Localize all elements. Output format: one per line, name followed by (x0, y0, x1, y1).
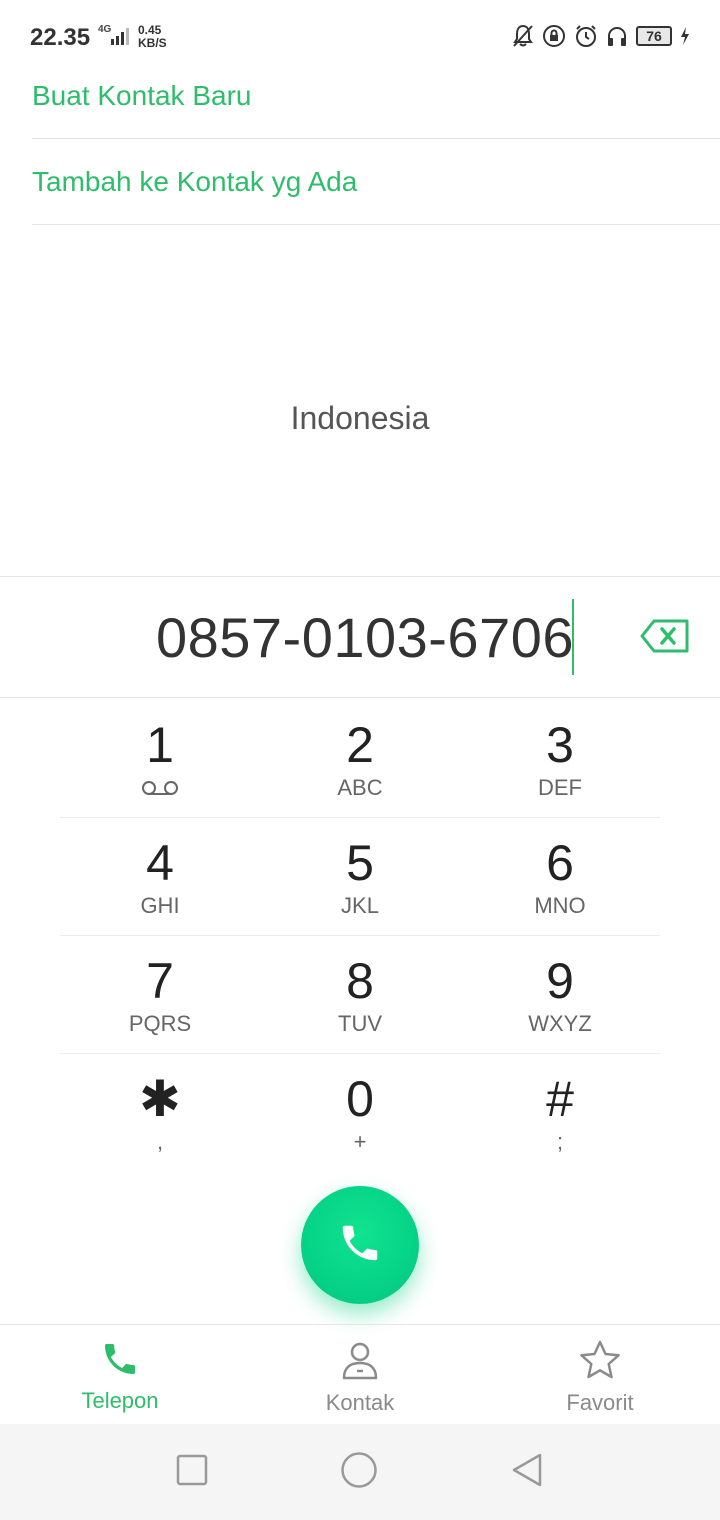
create-new-contact-option[interactable]: Buat Kontak Baru (32, 53, 720, 139)
star-icon (578, 1339, 622, 1386)
tab-phone[interactable]: Telepon (0, 1325, 240, 1424)
phone-icon (337, 1220, 383, 1271)
headphones-icon (606, 24, 628, 48)
key-2[interactable]: 2 ABC (260, 700, 460, 817)
number-region-label: Indonesia (290, 400, 430, 436)
phone-icon (100, 1339, 140, 1384)
battery-icon: 76 (636, 26, 672, 46)
key-digit: 6 (546, 835, 574, 891)
call-button[interactable] (301, 1186, 419, 1304)
tab-label: Kontak (325, 1390, 395, 1415)
tab-contacts[interactable]: Kontak (240, 1325, 480, 1424)
alarm-icon (574, 24, 598, 48)
keypad-row: ✱ , 0 + # ; (60, 1054, 660, 1172)
key-letters: DEF (538, 775, 582, 800)
keypad-row: 1 2 ABC 3 DEF (60, 700, 660, 818)
key-digit: 3 (546, 717, 574, 773)
keypad-row: 7 PQRS 8 TUV 9 WXYZ (60, 936, 660, 1054)
lock-rotation-icon (542, 24, 566, 48)
key-digit: 8 (346, 953, 374, 1009)
backspace-icon[interactable] (640, 619, 690, 658)
tab-label: Telepon (81, 1388, 159, 1413)
key-digit: 5 (346, 835, 374, 891)
key-digit: 9 (546, 953, 574, 1009)
key-letters: GHI (140, 893, 180, 918)
signal-icon (110, 26, 132, 51)
key-3[interactable]: 3 DEF (460, 700, 660, 817)
key-digit: 4 (146, 835, 174, 891)
key-letters: ; (556, 1129, 564, 1154)
back-icon[interactable] (510, 1452, 544, 1493)
key-digit: 7 (146, 953, 174, 1009)
key-letters: TUV (338, 1011, 382, 1036)
text-cursor (572, 599, 574, 675)
key-letters: MNO (534, 893, 586, 918)
status-time: 22.35 (30, 24, 91, 51)
key-letters: JKL (341, 893, 379, 918)
charging-icon (680, 26, 690, 46)
key-0[interactable]: 0 + (260, 1054, 460, 1172)
dialed-number: 0857-0103-6706 (155, 606, 574, 669)
key-6[interactable]: 6 MNO (460, 818, 660, 935)
add-to-existing-contact-option[interactable]: Tambah ke Kontak yg Ada (32, 139, 720, 225)
speed-unit: KB/S (138, 36, 167, 50)
key-digit: 2 (346, 717, 374, 773)
key-letters: ABC (337, 775, 383, 800)
key-digit: 0 (346, 1071, 374, 1127)
home-icon[interactable] (340, 1451, 378, 1494)
key-1[interactable]: 1 (60, 700, 260, 817)
tab-label: Favorit (566, 1390, 634, 1415)
speed-value: 0.45 (138, 23, 162, 37)
key-7[interactable]: 7 PQRS (60, 936, 260, 1053)
key-letters: WXYZ (528, 1011, 592, 1036)
voicemail-icon (141, 780, 179, 801)
key-letters: PQRS (128, 1011, 192, 1036)
key-letters: + (353, 1129, 367, 1154)
person-icon (339, 1339, 381, 1386)
bell-off-icon (512, 24, 534, 48)
recents-icon[interactable] (176, 1454, 208, 1491)
key-9[interactable]: 9 WXYZ (460, 936, 660, 1053)
key-4[interactable]: 4 GHI (60, 818, 260, 935)
key-letters: , (156, 1129, 164, 1154)
key-digit: ✱ (139, 1071, 181, 1127)
bottom-tab-bar: Telepon Kontak Favorit (0, 1324, 720, 1424)
key-5[interactable]: 5 JKL (260, 818, 460, 935)
key-8[interactable]: 8 TUV (260, 936, 460, 1053)
system-nav-bar (0, 1424, 720, 1520)
key-star[interactable]: ✱ , (60, 1054, 260, 1172)
status-icons: 76 (512, 24, 690, 48)
tab-favorites[interactable]: Favorit (480, 1325, 720, 1424)
keypad-row: 4 GHI 5 JKL 6 MNO (60, 818, 660, 936)
key-hash[interactable]: # ; (460, 1054, 660, 1172)
key-digit: 1 (146, 717, 174, 773)
network-speed: 0.45 KB/S (138, 24, 167, 50)
dial-keypad: 1 2 ABC 3 DEF 4 GHI 5 JKL 6 MNO 7 PQRS 8… (60, 700, 660, 1172)
dial-number-field[interactable]: 0857-0103-6706 (0, 576, 720, 698)
key-digit: # (546, 1071, 574, 1127)
